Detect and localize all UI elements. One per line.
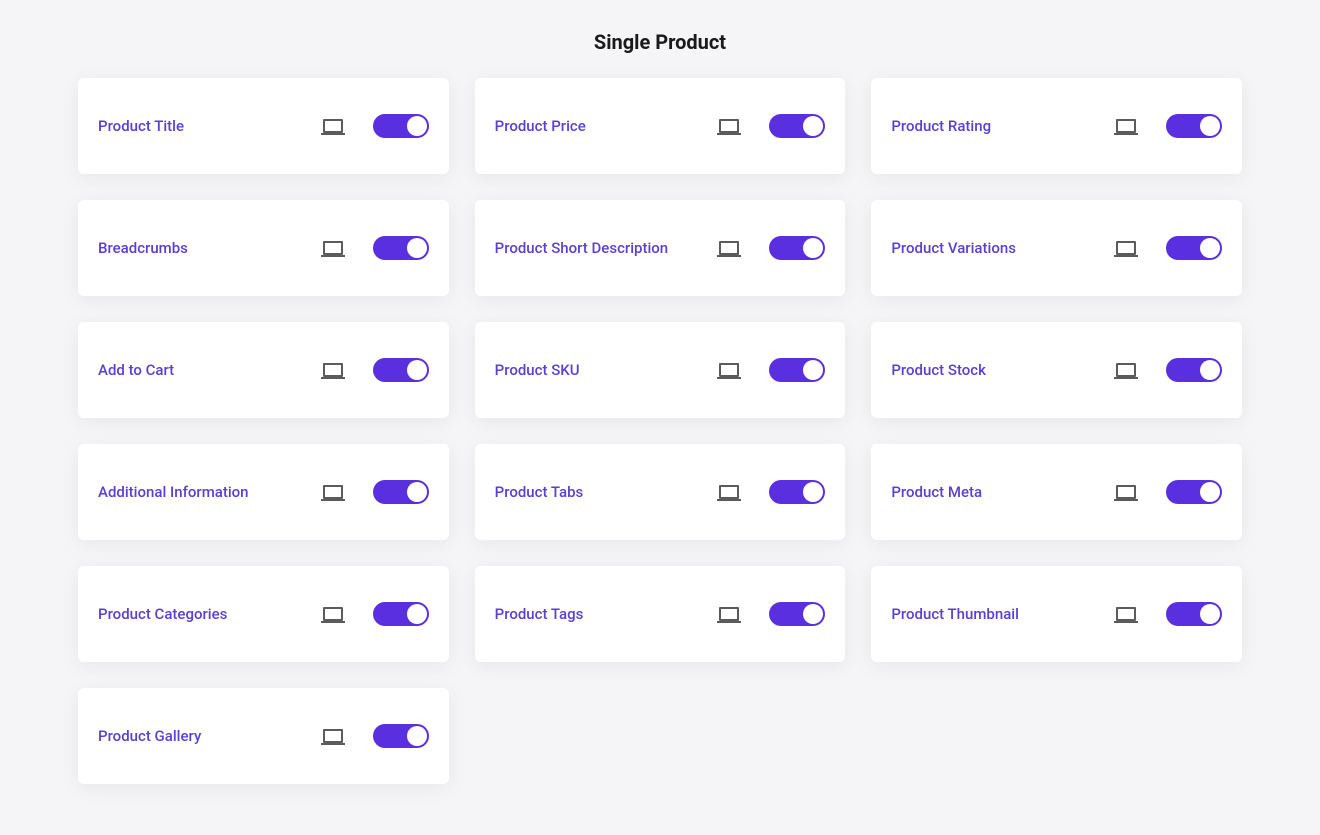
card-product-gallery: Product Gallery — [78, 688, 449, 784]
card-add-to-cart: Add to Cart — [78, 322, 449, 418]
cards-grid: Product Title Product Price Product Rati… — [0, 78, 1320, 784]
toggle[interactable] — [769, 480, 825, 504]
card-label: Product SKU — [495, 361, 720, 379]
card-controls — [1116, 236, 1222, 260]
card-label: Product Tags — [495, 605, 720, 623]
card-label: Product Tabs — [495, 483, 720, 501]
card-product-tags: Product Tags — [475, 566, 846, 662]
card-label: Product Gallery — [98, 727, 323, 745]
toggle[interactable] — [1166, 358, 1222, 382]
toggle[interactable] — [1166, 602, 1222, 626]
toggle[interactable] — [769, 358, 825, 382]
toggle[interactable] — [769, 236, 825, 260]
desktop-icon[interactable] — [1116, 485, 1136, 499]
card-product-thumbnail: Product Thumbnail — [871, 566, 1242, 662]
toggle[interactable] — [769, 602, 825, 626]
toggle[interactable] — [373, 724, 429, 748]
card-controls — [1116, 358, 1222, 382]
section-title: Single Product — [0, 30, 1320, 54]
desktop-icon[interactable] — [323, 485, 343, 499]
toggle[interactable] — [1166, 480, 1222, 504]
desktop-icon[interactable] — [323, 241, 343, 255]
desktop-icon[interactable] — [323, 607, 343, 621]
desktop-icon[interactable] — [719, 363, 739, 377]
card-product-meta: Product Meta — [871, 444, 1242, 540]
card-controls — [323, 114, 429, 138]
card-product-categories: Product Categories — [78, 566, 449, 662]
card-product-stock: Product Stock — [871, 322, 1242, 418]
card-product-title: Product Title — [78, 78, 449, 174]
desktop-icon[interactable] — [323, 729, 343, 743]
desktop-icon[interactable] — [719, 241, 739, 255]
card-controls — [719, 114, 825, 138]
desktop-icon[interactable] — [719, 119, 739, 133]
desktop-icon[interactable] — [1116, 241, 1136, 255]
card-controls — [1116, 114, 1222, 138]
toggle[interactable] — [1166, 236, 1222, 260]
card-label: Add to Cart — [98, 361, 323, 379]
desktop-icon[interactable] — [323, 363, 343, 377]
card-product-sku: Product SKU — [475, 322, 846, 418]
desktop-icon[interactable] — [719, 607, 739, 621]
card-additional-information: Additional Information — [78, 444, 449, 540]
card-controls — [323, 236, 429, 260]
desktop-icon[interactable] — [1116, 363, 1136, 377]
card-label: Additional Information — [98, 483, 323, 501]
card-product-price: Product Price — [475, 78, 846, 174]
card-label: Product Stock — [891, 361, 1116, 379]
card-label: Product Rating — [891, 117, 1116, 135]
desktop-icon[interactable] — [323, 119, 343, 133]
card-controls — [719, 236, 825, 260]
toggle[interactable] — [373, 602, 429, 626]
card-controls — [719, 480, 825, 504]
card-label: Product Categories — [98, 605, 323, 623]
card-controls — [1116, 480, 1222, 504]
toggle[interactable] — [769, 114, 825, 138]
card-product-short-description: Product Short Description — [475, 200, 846, 296]
toggle[interactable] — [373, 114, 429, 138]
desktop-icon[interactable] — [1116, 607, 1136, 621]
card-controls — [323, 724, 429, 748]
card-controls — [1116, 602, 1222, 626]
toggle[interactable] — [373, 358, 429, 382]
card-label: Product Variations — [891, 239, 1116, 257]
card-product-rating: Product Rating — [871, 78, 1242, 174]
toggle[interactable] — [373, 480, 429, 504]
card-controls — [719, 358, 825, 382]
card-controls — [323, 602, 429, 626]
card-controls — [323, 480, 429, 504]
desktop-icon[interactable] — [719, 485, 739, 499]
card-product-variations: Product Variations — [871, 200, 1242, 296]
card-controls — [323, 358, 429, 382]
card-label: Breadcrumbs — [98, 239, 323, 257]
card-label: Product Meta — [891, 483, 1116, 501]
card-controls — [719, 602, 825, 626]
card-label: Product Short Description — [495, 239, 720, 257]
card-label: Product Title — [98, 117, 323, 135]
card-breadcrumbs: Breadcrumbs — [78, 200, 449, 296]
card-product-tabs: Product Tabs — [475, 444, 846, 540]
toggle[interactable] — [1166, 114, 1222, 138]
toggle[interactable] — [373, 236, 429, 260]
card-label: Product Thumbnail — [891, 605, 1116, 623]
card-label: Product Price — [495, 117, 720, 135]
desktop-icon[interactable] — [1116, 119, 1136, 133]
